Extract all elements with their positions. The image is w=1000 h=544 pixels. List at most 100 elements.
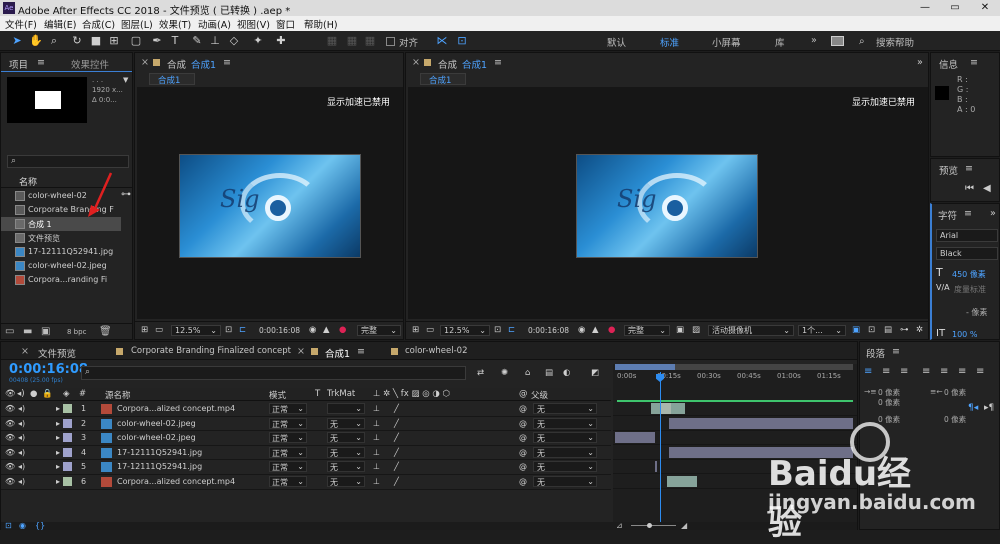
first-frame-icon[interactable]: ⏮ — [965, 183, 974, 194]
workspace-standard[interactable]: 标准 — [660, 35, 679, 49]
snap-option-icon[interactable]: ⊡ — [455, 34, 469, 48]
new-folder-icon[interactable]: ▬ — [23, 326, 32, 337]
parent-dropdown[interactable]: 无 ⌄ — [533, 403, 597, 414]
label-color-icon[interactable] — [63, 433, 72, 443]
color-channel-icon[interactable]: ● — [608, 325, 615, 335]
justify-center-icon[interactable]: ≡ — [940, 366, 948, 377]
resolution-icon[interactable]: ⊡ — [494, 325, 501, 335]
effects-controls-tab[interactable]: 效果控件 — [71, 57, 109, 71]
label-color-icon[interactable] — [63, 447, 72, 457]
menu-animation[interactable]: 动画(A) — [198, 17, 231, 31]
audio-icon[interactable]: ◂) — [18, 462, 25, 471]
indent-first-value[interactable]: 0 像素 — [878, 397, 900, 408]
justify-left-icon[interactable]: ≡ — [922, 366, 930, 377]
trkmat-dropdown[interactable]: 无 ⌄ — [327, 461, 365, 473]
type-tool-icon[interactable]: T — [168, 34, 182, 48]
zoom-slider-handle[interactable] — [647, 523, 652, 528]
align-center-icon[interactable]: ≡ — [882, 366, 890, 377]
quality-dropdown[interactable]: 完整 ⌄ — [624, 325, 670, 336]
region-of-interest-icon[interactable]: ▣ — [676, 325, 684, 335]
comp-tab-name[interactable]: 合成1 — [462, 57, 487, 71]
trkmat-dropdown[interactable]: 无 ⌄ — [327, 446, 365, 458]
timeline-tab-active[interactable]: 合成1 — [325, 346, 350, 360]
workspace-small-screen[interactable]: 小屏幕 — [712, 35, 741, 49]
zoom-out-icon[interactable]: ⊿ — [616, 521, 623, 530]
toggle-switches-icon[interactable]: ⊡ — [5, 521, 12, 530]
snapshot-icon[interactable]: ◉ — [309, 325, 316, 335]
close-tab-icon[interactable]: × — [297, 346, 305, 357]
playhead[interactable] — [660, 372, 661, 530]
align-checkbox[interactable] — [386, 37, 395, 46]
brush-tool-icon[interactable]: ✎ — [190, 34, 204, 48]
comp-tab-name[interactable]: 合成1 — [191, 57, 216, 71]
resolution-icon[interactable]: ⊡ — [225, 325, 232, 335]
comp-viewport[interactable]: 显示加速已禁用 Sig — [408, 87, 928, 319]
info-tab[interactable]: 信息 — [939, 57, 958, 71]
visibility-icon[interactable]: 👁 — [5, 477, 15, 486]
table-row[interactable]: 👁 ◂) ▸ 1 Corpora...alized concept.mp4 正常 ⌄ ⌄ ⊥… — [1, 402, 611, 417]
visibility-icon[interactable]: 👁 — [5, 419, 15, 428]
panel-more-icon[interactable]: » — [917, 57, 923, 68]
parent-dropdown[interactable]: 无 ⌄ — [533, 476, 597, 487]
draft-3d-icon[interactable]: ✺ — [501, 368, 508, 378]
menu-effect[interactable]: 效果(T) — [159, 17, 191, 31]
pen-tool-icon[interactable]: ✒ — [150, 34, 164, 48]
comp-menu-icon[interactable]: ≡ — [494, 57, 502, 68]
shy-switch-icon[interactable]: ⊥ — [373, 404, 380, 413]
expand-icon[interactable]: ▸ — [56, 462, 60, 471]
zoom-in-icon[interactable]: ◢ — [681, 521, 687, 530]
parent-dropdown[interactable]: 无 ⌄ — [533, 461, 597, 473]
maximize-icon[interactable]: ▭ — [940, 0, 970, 16]
indent-right-value[interactable]: 0 像素 — [944, 387, 966, 398]
mode-dropdown[interactable]: 正常 ⌄ — [269, 476, 307, 487]
shy-switch-icon[interactable]: ⊥ — [373, 433, 380, 442]
quality-switch-icon[interactable]: ╱ — [394, 448, 399, 457]
quality-switch-icon[interactable]: ╱ — [394, 433, 399, 442]
comp-subtab[interactable]: 合成1 — [420, 73, 466, 86]
close-icon[interactable]: ✕ — [970, 0, 1000, 16]
visibility-icon[interactable]: 👁 — [5, 433, 15, 442]
transparency-grid-icon[interactable]: ⊏ — [508, 325, 515, 335]
layer-bar[interactable] — [669, 446, 853, 458]
camera-dropdown[interactable]: 活动摄像机 ⌄ — [708, 325, 794, 336]
list-item[interactable]: Corpora...randing Fi — [1, 273, 132, 287]
table-row[interactable]: 👁 ◂) ▸ 4 17-12111Q52941.jpg 正常 ⌄ 无 ⌄ ⊥ ╱ @ 无 ⌄ — [1, 445, 611, 461]
pickwhip-icon[interactable]: @ — [519, 419, 527, 428]
font-family-dropdown[interactable]: Arial — [936, 229, 998, 242]
comp-menu-icon[interactable]: ≡ — [223, 57, 231, 68]
zoom-slider[interactable] — [631, 525, 676, 526]
bpc-label[interactable]: 8 bpc — [67, 328, 86, 336]
source-name-header[interactable]: 源名称 — [105, 389, 131, 401]
audio-icon[interactable]: ◂) — [18, 404, 25, 413]
graph-editor-icon[interactable]: ◩ — [591, 368, 599, 378]
font-style-dropdown[interactable]: Black — [936, 247, 998, 260]
shy-switch-icon[interactable]: ⊥ — [373, 477, 380, 486]
layer-name[interactable]: Corpora...alized concept.mp4 — [117, 477, 235, 486]
frame-blending-icon[interactable]: ▤ — [545, 368, 553, 378]
direction-ltr-icon[interactable]: ¶◂ — [968, 403, 978, 413]
current-time[interactable]: 0:00:16:08 — [528, 326, 569, 335]
parent-dropdown[interactable]: 无 ⌄ — [533, 417, 597, 429]
new-composition-icon[interactable]: ▣ — [41, 326, 50, 337]
search-help-label[interactable]: 搜索帮助 — [876, 35, 914, 49]
fast-preview-icon[interactable]: ⊡ — [868, 325, 875, 335]
layer-bar[interactable] — [615, 432, 655, 444]
space-after-value[interactable]: 0 像素 — [944, 414, 966, 425]
audio-icon[interactable]: ◂) — [18, 433, 25, 442]
mode-dropdown[interactable]: 正常 ⌄ — [269, 446, 307, 458]
leading-value[interactable]: - 像素 — [966, 307, 987, 318]
mode-header[interactable]: 模式 — [269, 389, 286, 401]
close-tab-icon[interactable]: × — [141, 57, 149, 68]
timeline-toggle-icon[interactable]: ▤ — [884, 325, 892, 335]
font-size-value[interactable]: 450 像素 — [952, 269, 986, 280]
quality-switch-icon[interactable]: ╱ — [394, 462, 399, 471]
shy-switch-icon[interactable]: ⊥ — [373, 448, 380, 457]
panel-more-icon[interactable]: » — [990, 208, 996, 219]
align-left-icon[interactable]: ≡ — [864, 366, 872, 377]
quality-switch-icon[interactable]: ╱ — [394, 419, 399, 428]
timeline-search-input[interactable]: ⌕ — [81, 366, 466, 380]
minimize-icon[interactable]: — — [910, 0, 940, 16]
menu-help[interactable]: 帮助(H) — [304, 17, 338, 31]
trkmat-header[interactable]: TrkMat — [327, 389, 355, 399]
layer-bar[interactable] — [661, 403, 671, 414]
